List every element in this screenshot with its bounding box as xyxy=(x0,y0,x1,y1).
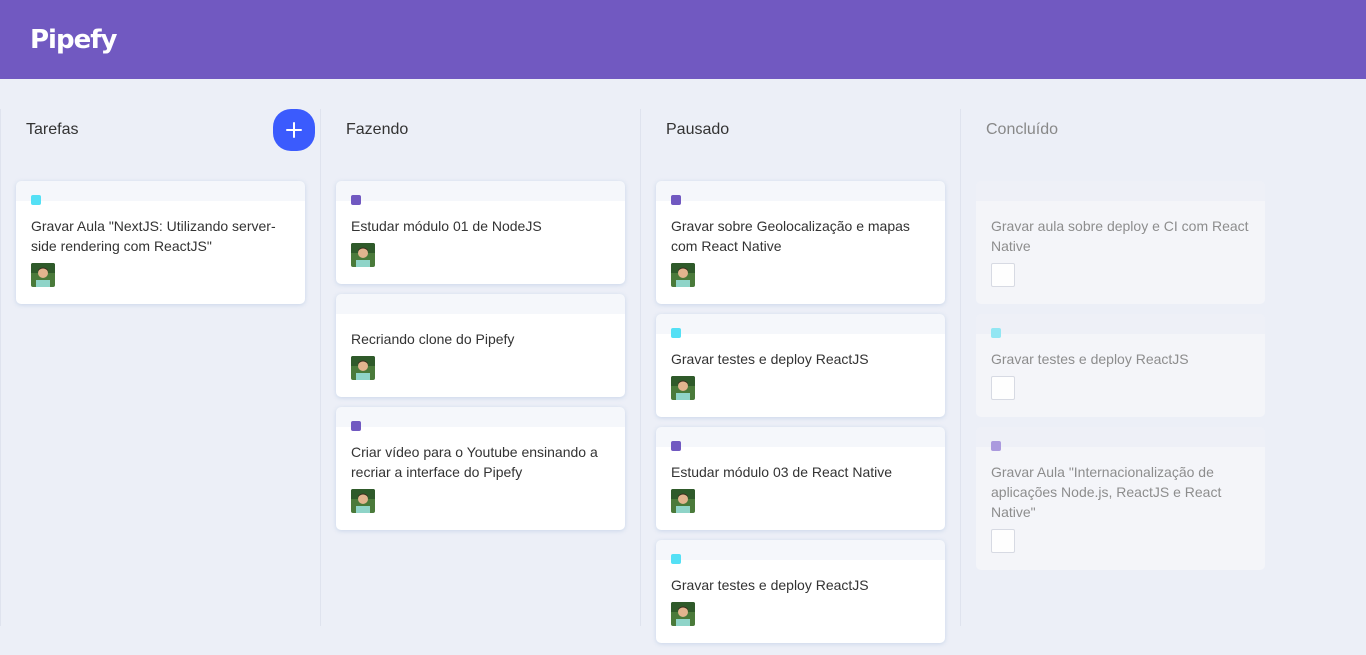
list-fazendo: Fazendo Estudar módulo 01 de NodeJS Recr… xyxy=(320,109,640,626)
list-header: Concluído xyxy=(976,109,1265,151)
card-title: Gravar testes e deploy ReactJS xyxy=(671,351,869,367)
card-title: Estudar módulo 01 de NodeJS xyxy=(351,218,542,234)
user-avatar xyxy=(31,263,55,287)
card-title: Gravar testes e deploy ReactJS xyxy=(991,351,1189,367)
user-avatar xyxy=(671,376,695,400)
card-label xyxy=(351,421,361,431)
list-header: Pausado xyxy=(656,109,945,151)
card[interactable]: Gravar Aula "NextJS: Utilizando server-s… xyxy=(16,181,305,304)
card[interactable]: Gravar testes e deploy ReactJS xyxy=(656,540,945,643)
user-avatar xyxy=(671,602,695,626)
card[interactable]: Recriando clone do Pipefy xyxy=(336,294,625,397)
add-card-button[interactable] xyxy=(273,109,315,151)
card-label xyxy=(671,554,681,564)
user-avatar xyxy=(351,489,375,513)
card-title: Gravar Aula "NextJS: Utilizando server-s… xyxy=(31,218,276,254)
user-avatar xyxy=(351,356,375,380)
list-header: Fazendo xyxy=(336,109,625,151)
list-title: Pausado xyxy=(666,121,730,138)
card-label xyxy=(991,441,1001,451)
list-pausado: Pausado Gravar sobre Geolocalização e ma… xyxy=(640,109,960,643)
app-header: Pipefy xyxy=(0,0,1366,79)
card[interactable]: Estudar módulo 01 de NodeJS xyxy=(336,181,625,284)
card[interactable]: Gravar aula sobre deploy e CI com React … xyxy=(976,181,1265,304)
list-title: Tarefas xyxy=(26,121,79,138)
card-checkbox[interactable] xyxy=(991,376,1015,400)
card-label xyxy=(351,195,361,205)
card[interactable]: Gravar testes e deploy ReactJS xyxy=(976,314,1265,417)
list-concluido: Concluído Gravar aula sobre deploy e CI … xyxy=(960,109,1280,626)
card-title: Criar vídeo para o Youtube ensinando a r… xyxy=(351,444,598,480)
card-title: Recriando clone do Pipefy xyxy=(351,331,515,347)
card-checkbox[interactable] xyxy=(991,529,1015,553)
card-title: Gravar aula sobre deploy e CI com React … xyxy=(991,218,1249,254)
plus-icon xyxy=(286,122,302,138)
app-logo[interactable]: Pipefy xyxy=(30,25,117,55)
list-title: Concluído xyxy=(986,121,1059,138)
card-label xyxy=(671,441,681,451)
card[interactable]: Gravar testes e deploy ReactJS xyxy=(656,314,945,417)
user-avatar xyxy=(671,263,695,287)
card-label xyxy=(31,195,41,205)
card-title: Estudar módulo 03 de React Native xyxy=(671,464,893,480)
card-label xyxy=(671,328,681,338)
card-title: Gravar Aula "Internacionalização de apli… xyxy=(991,464,1222,520)
card-label xyxy=(671,195,681,205)
list-header: Tarefas xyxy=(16,109,315,151)
card-title: Gravar testes e deploy ReactJS xyxy=(671,577,869,593)
user-avatar xyxy=(351,243,375,267)
card[interactable]: Criar vídeo para o Youtube ensinando a r… xyxy=(336,407,625,530)
card-label xyxy=(991,328,1001,338)
list-title: Fazendo xyxy=(346,121,409,138)
card[interactable]: Gravar sobre Geolocalização e mapas com … xyxy=(656,181,945,304)
kanban-board: Tarefas Gravar Aula "NextJS: Utilizando … xyxy=(0,109,1280,643)
card-checkbox[interactable] xyxy=(991,263,1015,287)
card[interactable]: Gravar Aula "Internacionalização de apli… xyxy=(976,427,1265,570)
user-avatar xyxy=(671,489,695,513)
card[interactable]: Estudar módulo 03 de React Native xyxy=(656,427,945,530)
card-title: Gravar sobre Geolocalização e mapas com … xyxy=(671,218,910,254)
list-tarefas: Tarefas Gravar Aula "NextJS: Utilizando … xyxy=(0,109,320,626)
